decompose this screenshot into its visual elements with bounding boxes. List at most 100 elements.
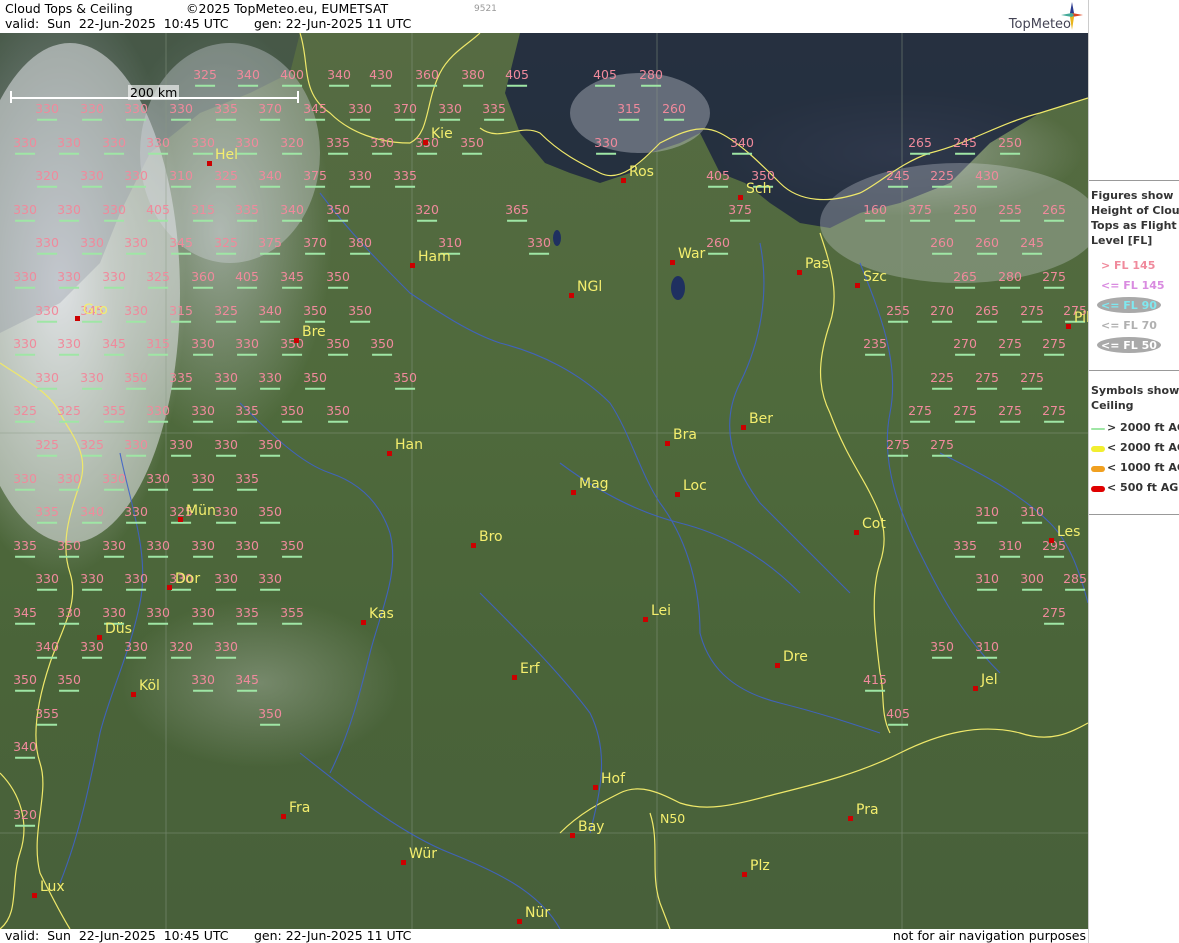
cloud-top-label: 325 [13, 402, 37, 422]
cloud-top-label: 330 [124, 436, 148, 456]
cloud-top-label: 350 [348, 302, 372, 322]
city-dot-icon [621, 178, 626, 183]
city-dot-icon [855, 283, 860, 288]
flight-level-item: > FL 145 [1089, 257, 1179, 274]
city-dot-icon [281, 814, 286, 819]
cloud-top-label: 330 [169, 100, 193, 120]
city-dot-icon [75, 316, 80, 321]
city-dot-icon [738, 195, 743, 200]
cloud-top-label: 275 [930, 436, 954, 456]
cloud-top-label: 330 [191, 335, 215, 355]
city-name: Sch [746, 181, 772, 197]
cloud-top-label: 330 [124, 100, 148, 120]
city-name: NGl [577, 279, 603, 295]
cloud-top-label: 245 [886, 167, 910, 187]
cloud-top-label: 350 [258, 436, 282, 456]
city-dot-icon [410, 263, 415, 268]
city-dot-icon [517, 919, 522, 924]
cloud-top-label: 330 [57, 201, 81, 221]
flight-level-label: > FL 145 [1101, 259, 1156, 272]
cloud-top-label: 330 [80, 234, 104, 254]
cloud-top-label: 330 [124, 302, 148, 322]
generated-time: gen: 22-Jun-2025 11 UTC [254, 16, 412, 31]
flight-level-item: <= FL 50 [1089, 337, 1179, 354]
cloud-top-label: 250 [953, 201, 977, 221]
city-name: Bro [479, 529, 503, 545]
cloud-top-label: 260 [930, 234, 954, 254]
city-dot-icon [361, 620, 366, 625]
cloud-top-label: 255 [998, 201, 1022, 221]
cloud-top-label: 345 [13, 604, 37, 624]
symbols-legend-title: Symbols show Ceiling [1091, 384, 1179, 412]
cloud-top-label: 265 [975, 302, 999, 322]
cloud-top-label: 265 [908, 134, 932, 154]
cloud-top-label: 275 [886, 436, 910, 456]
city-dot-icon [569, 293, 574, 298]
disclaimer-text: not for air navigation purposes [892, 928, 1086, 943]
city-name: Pil [1074, 310, 1088, 326]
city-dot-icon [675, 492, 680, 497]
cloud-top-label: 330 [258, 369, 282, 389]
ceiling-swatch-icon [1091, 486, 1105, 492]
city-name: Nür [525, 905, 551, 921]
cloud-top-label: 330 [80, 638, 104, 658]
cloud-top-label: 325 [80, 436, 104, 456]
cloud-top-label: 335 [235, 604, 259, 624]
cloud-top-label: 330 [146, 402, 170, 422]
cloud-top-label: 330 [235, 134, 259, 154]
cloud-top-label: 330 [214, 436, 238, 456]
cloud-top-label: 320 [415, 201, 439, 221]
cloud-top-label: 330 [102, 604, 126, 624]
city-dot-icon [571, 490, 576, 495]
cloud-top-label: 335 [953, 537, 977, 557]
cloud-top-label: 295 [1042, 537, 1066, 557]
cloud-top-label: 335 [214, 100, 238, 120]
city-dot-icon [32, 893, 37, 898]
cloud-top-label: 320 [280, 134, 304, 154]
cloud-top-label: 325 [214, 234, 238, 254]
cloud-top-label: 350 [326, 268, 350, 288]
cloud-top-label: 330 [191, 470, 215, 490]
cloud-top-label: 310 [975, 638, 999, 658]
cloud-top-label: 265 [1042, 201, 1066, 221]
ceiling-swatch-icon [1091, 466, 1105, 472]
city-name: Ham [418, 249, 451, 265]
image-code: 9521 [474, 4, 497, 14]
cloud-top-label: 275 [1042, 335, 1066, 355]
cloud-top-label: 225 [930, 369, 954, 389]
ceiling-label: < 1000 ft AGL [1107, 461, 1179, 474]
city-name: Lei [651, 603, 672, 619]
cloud-top-label: 255 [886, 302, 910, 322]
cloud-top-label: 330 [80, 167, 104, 187]
city-name: Bra [673, 427, 697, 443]
topmeteo-logo[interactable]: TopMeteo [993, 2, 1083, 32]
cloud-top-label: 360 [191, 268, 215, 288]
cloud-top-label: 330 [57, 470, 81, 490]
cloud-top-label: 370 [303, 234, 327, 254]
city-name: Düs [105, 621, 132, 637]
cloud-top-label: 260 [975, 234, 999, 254]
city-dot-icon [848, 816, 853, 821]
city-name: Hof [601, 771, 626, 787]
cloud-top-label: 260 [706, 234, 730, 254]
city-name: Hel [215, 147, 239, 163]
cloud-top-label: 330 [124, 503, 148, 523]
city-dot-icon [775, 663, 780, 668]
cloud-top-label: 300 [1020, 570, 1044, 590]
cloud-top-label: 340 [730, 134, 754, 154]
cloud-top-label: 350 [124, 369, 148, 389]
satellite-map[interactable]: 200 km 325 340 400 340 430 360 380 405 405 280 330… [0, 33, 1088, 929]
cloud-top-label: 330 [235, 537, 259, 557]
cloud-top-label: 310 [975, 503, 999, 523]
cloud-top-label: 330 [146, 537, 170, 557]
cloud-top-label: 315 [617, 100, 641, 120]
cloud-top-label: 330 [258, 570, 282, 590]
cloud-top-label: 350 [258, 503, 282, 523]
city-name: Gro [83, 302, 108, 318]
cloud-top-label: 340 [35, 638, 59, 658]
city-name: Jel [981, 672, 998, 688]
cloud-top-label: 245 [953, 134, 977, 154]
cloud-top-label: 350 [930, 638, 954, 658]
city-dot-icon [471, 543, 476, 548]
cloud-top-label: 335 [13, 537, 37, 557]
